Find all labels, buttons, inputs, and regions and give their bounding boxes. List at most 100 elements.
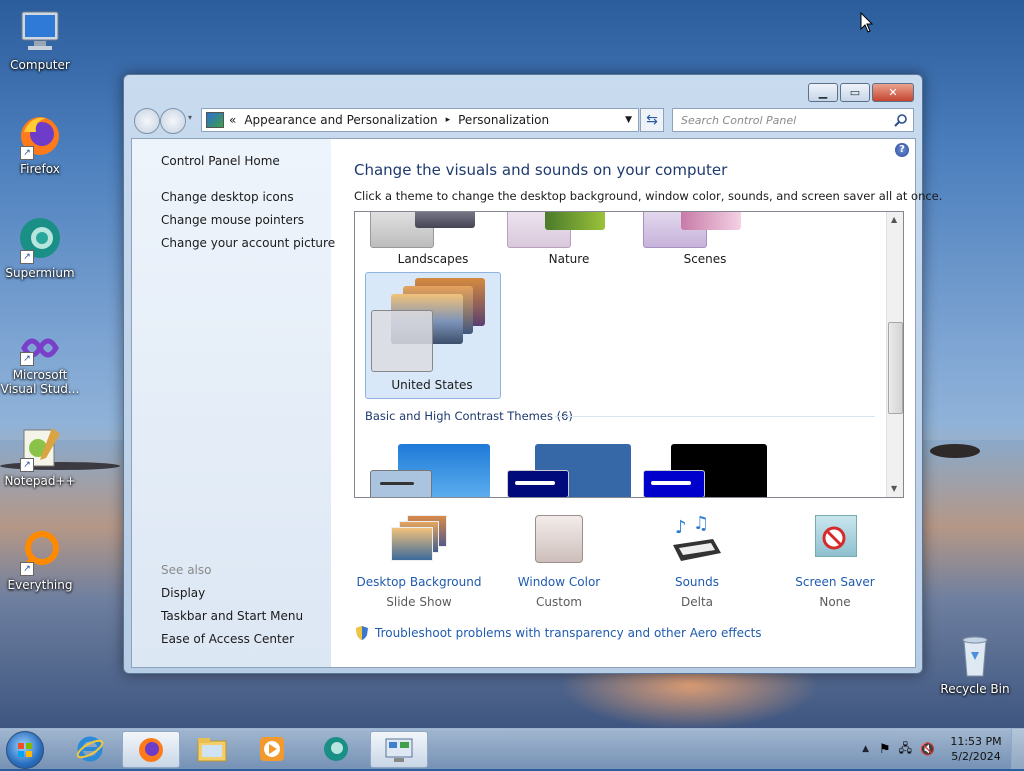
internet-explorer-icon: [76, 736, 104, 761]
close-button[interactable]: ✕: [872, 83, 914, 102]
scroll-down-icon[interactable]: ▼: [891, 484, 897, 493]
page-subtitle: Click a theme to change the desktop back…: [354, 189, 943, 203]
desktop-icon-computer[interactable]: Computer: [0, 8, 80, 72]
theme-name: Nature: [548, 252, 590, 266]
start-button[interactable]: [6, 731, 44, 769]
breadcrumb-personalization[interactable]: Personalization: [458, 113, 549, 127]
screen-saver-link[interactable]: Screen Saver: [770, 575, 900, 589]
change-account-picture-link[interactable]: Change your account picture: [161, 236, 335, 250]
ease-of-access-link[interactable]: Ease of Access Center: [161, 632, 294, 646]
desktop-background-link[interactable]: Desktop Background: [354, 575, 484, 589]
navigation-bar: ▾ « Appearance and Personalization ▸ Per…: [132, 107, 914, 134]
recycle-bin-icon: [951, 632, 999, 680]
notepadpp-icon: ↗: [16, 424, 64, 472]
action-center-flag-icon[interactable]: ⚑: [879, 742, 891, 757]
window-color-link[interactable]: Window Color: [494, 575, 624, 589]
volume-muted-icon[interactable]: 🔇: [920, 742, 935, 756]
search-input[interactable]: Search Control Panel: [673, 114, 894, 127]
system-tray: ▲ ⚑ 🖧 🔇 11:53 PM 5/2/2024: [862, 729, 1024, 769]
sounds-link[interactable]: Sounds: [632, 575, 762, 589]
taskbar-internet-explorer[interactable]: [62, 731, 118, 766]
taskbar-supermium[interactable]: [308, 731, 364, 766]
swatch-bar: [380, 482, 414, 485]
scroll-thumb[interactable]: [888, 322, 903, 414]
maximize-button[interactable]: ▭: [840, 83, 870, 102]
desktop-background-setting[interactable]: Desktop Background Slide Show: [354, 515, 484, 609]
maximize-icon: ▭: [849, 86, 861, 99]
refresh-button[interactable]: ⇆: [640, 108, 664, 132]
taskbar-file-explorer[interactable]: [184, 731, 240, 766]
everything-icon: ↗: [16, 528, 64, 576]
help-icon[interactable]: ?: [895, 143, 909, 157]
desktop-icon-firefox[interactable]: ↗ Firefox: [0, 112, 80, 176]
theme-name-selected: United States: [391, 378, 473, 392]
theme-list: Landscapes Nature Scenes United States B…: [354, 211, 904, 498]
desktop-background-icon: [391, 515, 447, 565]
desktop-icon-everything[interactable]: ↗ Everything: [0, 528, 80, 592]
taskbar-firefox[interactable]: [122, 731, 180, 768]
change-mouse-pointers-link[interactable]: Change mouse pointers: [161, 213, 304, 227]
swatch-bar: [515, 481, 555, 485]
screen-saver-setting[interactable]: Screen Saver None: [770, 515, 900, 609]
show-hidden-icons-icon[interactable]: ▲: [862, 744, 869, 754]
address-dropdown-icon[interactable]: ▼: [625, 115, 632, 125]
search-box[interactable]: Search Control Panel: [672, 108, 914, 132]
theme-list-scrollbar[interactable]: ▲ ▼: [886, 212, 903, 497]
group-divider: [555, 416, 875, 417]
forward-button[interactable]: [160, 108, 186, 134]
taskbar-start-menu-link[interactable]: Taskbar and Start Menu: [161, 609, 303, 623]
address-bar[interactable]: « Appearance and Personalization ▸ Perso…: [201, 108, 639, 132]
window-color-setting[interactable]: Window Color Custom: [494, 515, 624, 609]
desktop-icon-label: Recycle Bin: [940, 682, 1010, 696]
window-color-icon: [531, 515, 587, 565]
uac-shield-icon: [356, 626, 368, 640]
wallpaper-rock: [930, 444, 980, 458]
sounds-icon: ♪ ♫: [669, 513, 725, 565]
display-link[interactable]: Display: [161, 586, 205, 600]
theme-scenes-preview: [681, 212, 741, 230]
back-button[interactable]: [134, 108, 160, 134]
control-panel-home-link[interactable]: Control Panel Home: [161, 154, 280, 168]
theme-name: Landscapes: [397, 252, 469, 266]
desktop-icon-recycle-bin[interactable]: Recycle Bin: [935, 632, 1015, 696]
desktop-icon-label: Everything: [7, 578, 73, 592]
supermium-icon: [324, 736, 348, 761]
theme-name: Scenes: [683, 252, 727, 266]
address-overflow[interactable]: «: [229, 113, 236, 127]
main-pane: ? Change the visuals and sounds on your …: [331, 139, 942, 667]
scroll-up-icon[interactable]: ▲: [891, 215, 897, 224]
taskbar-media-player[interactable]: [244, 731, 300, 766]
group-header: Basic and High Contrast Themes (6): [365, 409, 573, 423]
svg-text:♫: ♫: [693, 515, 709, 534]
minimize-button[interactable]: ▁: [808, 83, 838, 102]
network-icon[interactable]: 🖧: [899, 739, 912, 760]
refresh-icon: ⇆: [646, 112, 658, 128]
sounds-setting[interactable]: ♪ ♫ Sounds Delta: [632, 513, 762, 609]
screen-saver-icon: [807, 515, 863, 565]
desktop-background-value: Slide Show: [386, 595, 452, 609]
taskbar-control-panel[interactable]: [370, 731, 428, 768]
firefox-icon: [139, 737, 163, 762]
swatch-bar: [651, 481, 691, 485]
breadcrumb-appearance[interactable]: Appearance and Personalization: [244, 113, 437, 127]
screen-saver-value: None: [819, 595, 851, 609]
desktop-icon-supermium[interactable]: ↗ Supermium: [0, 216, 80, 280]
clock[interactable]: 11:53 PM 5/2/2024: [941, 734, 1011, 764]
desktop-icon-label: Microsoft Visual Stud...: [0, 368, 80, 396]
windows-logo-icon: [18, 743, 32, 757]
change-desktop-icons-link[interactable]: Change desktop icons: [161, 190, 294, 204]
control-panel-icon: [385, 738, 413, 762]
control-panel-icon: [206, 112, 224, 128]
breadcrumb-arrow-icon[interactable]: ▸: [446, 115, 451, 125]
show-desktop-button[interactable]: [1011, 729, 1024, 769]
theme-color-swatch: [371, 310, 433, 372]
recent-pages-icon[interactable]: ▾: [188, 113, 192, 122]
desktop-icon-notepadpp[interactable]: ↗ Notepad++: [0, 424, 80, 488]
troubleshoot-link[interactable]: Troubleshoot problems with transparency …: [375, 626, 762, 640]
desktop-icon-visual-studio[interactable]: ↗ Microsoft Visual Stud...: [0, 330, 80, 396]
media-player-icon: [260, 736, 284, 761]
desktop-icon-label: Firefox: [20, 162, 60, 176]
page-title: Change the visuals and sounds on your co…: [354, 161, 728, 179]
troubleshoot-link-row[interactable]: Troubleshoot problems with transparency …: [354, 625, 762, 641]
left-task-pane: Control Panel Home Change desktop icons …: [132, 139, 335, 667]
